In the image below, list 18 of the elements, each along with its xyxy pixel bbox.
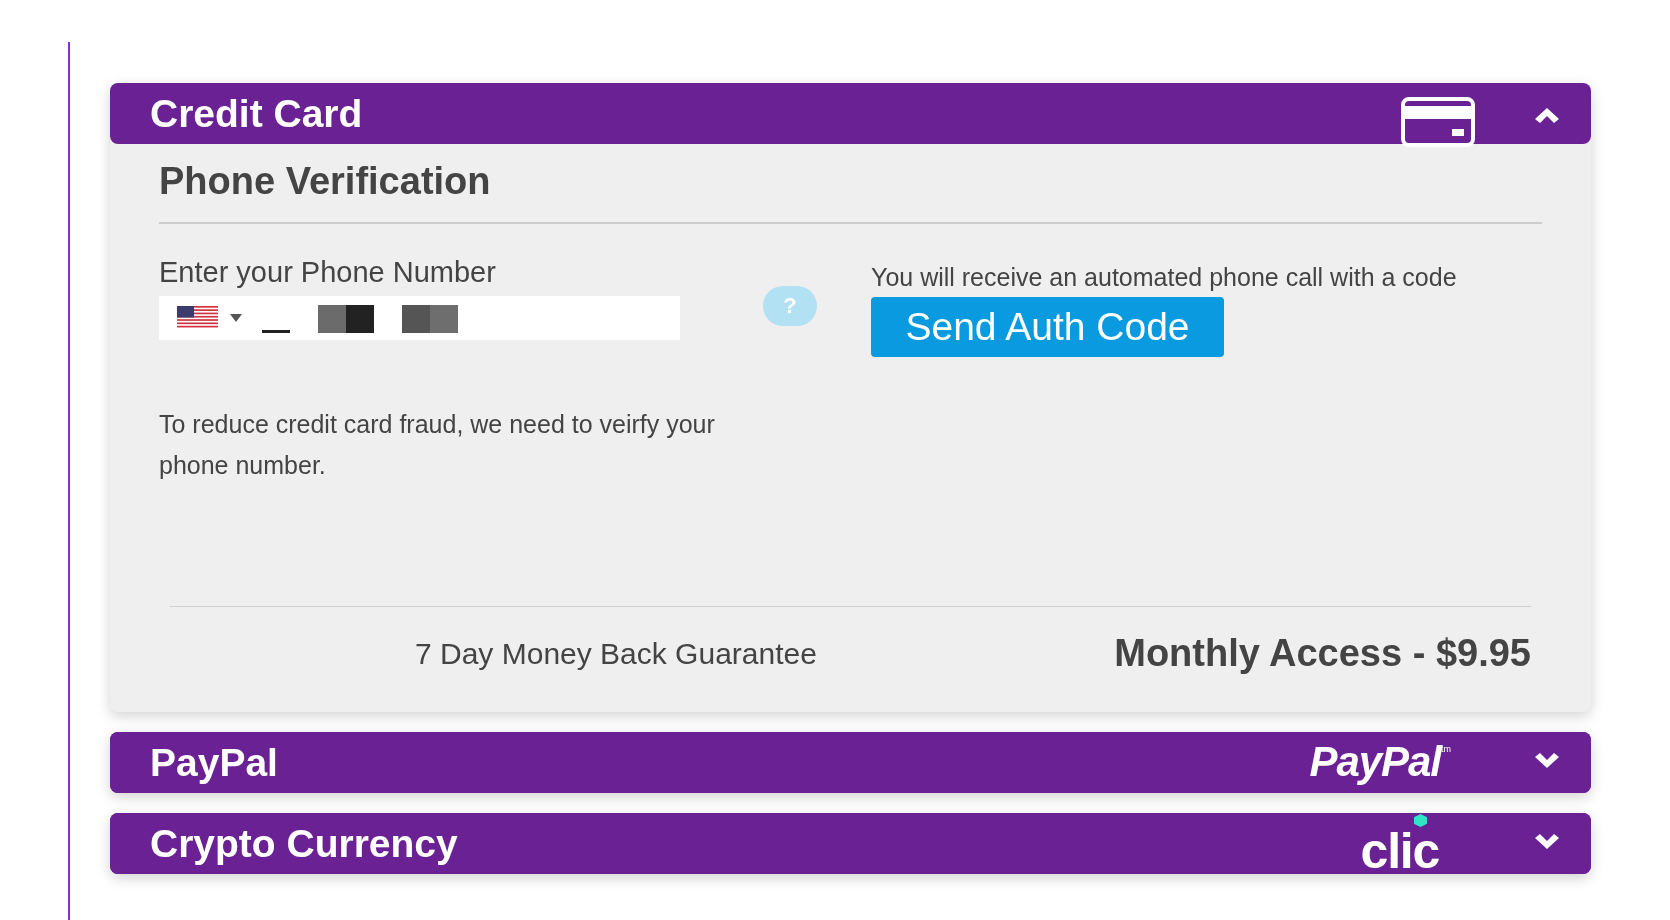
clic-logo: clic [1360,827,1439,874]
money-back-guarantee: 7 Day Money Back Guarantee [415,635,817,672]
us-flag-icon [177,306,218,330]
section-heading: Phone Verification [159,159,492,204]
paypal-logo: PayPal [1309,741,1441,784]
fraud-explanation: To reduce credit card fraud, we need to veirfy your phone number. [159,408,716,481]
section-title: PayPal [150,742,278,782]
section-header[interactable]: Credit Card [110,83,1591,144]
phone-label: Enter your Phone Number [159,254,497,290]
phone-call-notice: You will receive an automated phone call with a code [871,261,1457,293]
monthly-price: Monthly Access - $9.95 [1114,630,1531,676]
section-header[interactable]: Crypto Currency clic [110,812,1591,874]
phone-number-field[interactable] [159,295,680,340]
section-title: Credit Card [150,94,363,133]
credit-card-icon [1401,97,1475,147]
caret-down-icon[interactable] [230,313,242,322]
cube-icon [1413,813,1427,827]
section-title: Crypto Currency [150,823,458,863]
